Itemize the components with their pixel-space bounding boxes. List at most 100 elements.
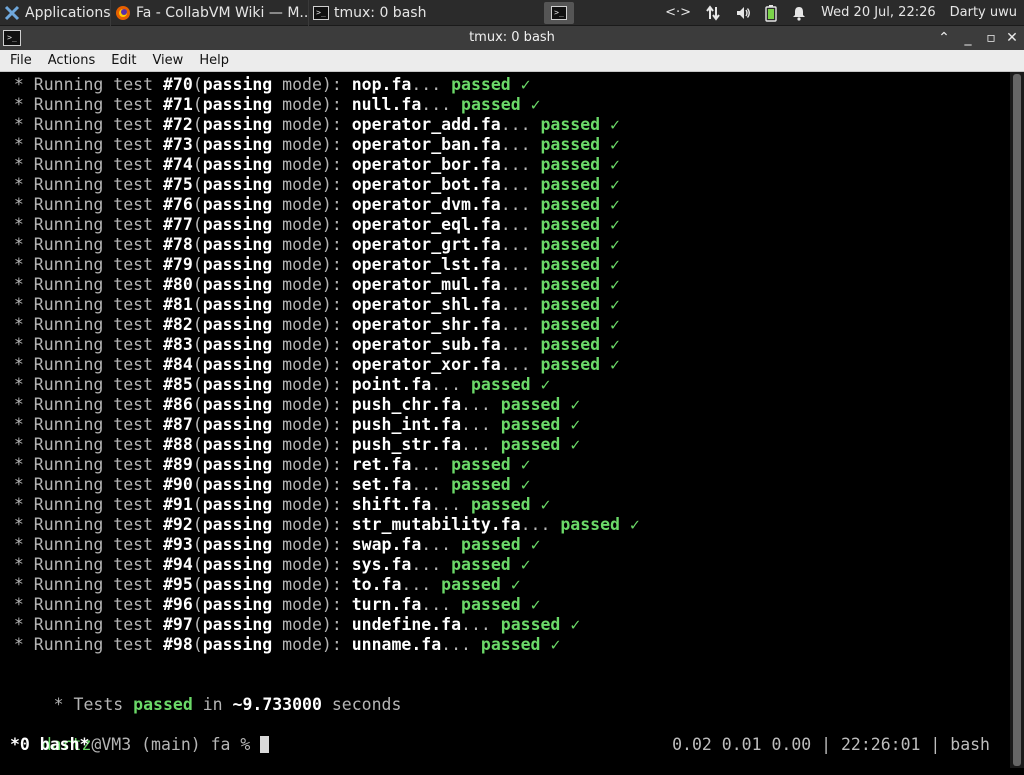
user-menu[interactable]: Darty uwu: [950, 5, 1017, 20]
mode-word: passing: [202, 315, 273, 334]
line-prefix: * Running test: [4, 615, 163, 634]
close-icon[interactable]: ✕: [1002, 28, 1022, 48]
maximize-icon[interactable]: ▫: [981, 28, 1001, 48]
mode-word: passing: [202, 575, 273, 594]
test-number: #96: [162, 595, 193, 614]
line-prefix: * Running test: [4, 535, 163, 554]
ellipsis: ...: [421, 95, 462, 114]
menu-edit[interactable]: Edit: [105, 53, 142, 68]
mode-open: (: [192, 75, 203, 94]
mode-open: (: [192, 595, 203, 614]
check-icon: ✓: [510, 575, 521, 594]
mode-open: (: [192, 275, 203, 294]
line-prefix: * Running test: [4, 575, 163, 594]
check-icon: ✓: [610, 295, 620, 314]
test-number: #75: [162, 175, 193, 194]
taskbar-item-firefox[interactable]: Fa - CollabVM Wiki — M...: [110, 0, 308, 26]
check-icon: ✓: [610, 315, 620, 334]
mode-word: passing: [202, 495, 273, 514]
mode-close: mode):: [272, 215, 352, 234]
scrollbar-thumb[interactable]: [1013, 74, 1021, 766]
test-result-line: * Running test #85(passing mode): point.…: [4, 375, 551, 395]
line-prefix: * Running test: [4, 215, 163, 234]
mode-close: mode):: [272, 555, 352, 574]
line-prefix: * Running test: [4, 475, 163, 494]
menu-view[interactable]: View: [146, 53, 189, 68]
mode-close: mode):: [272, 355, 352, 374]
terminal-output[interactable]: * Tests passed in ~9.733000 seconds dart…: [0, 72, 1010, 768]
tmux-window-list[interactable]: *0 bash*: [10, 734, 89, 756]
mode-open: (: [192, 455, 203, 474]
terminal-icon: >_: [551, 5, 567, 20]
terminal-launcher-button[interactable]: >_: [544, 1, 574, 24]
ellipsis: ...: [461, 395, 501, 414]
ellipsis: ...: [441, 635, 481, 654]
mode-open: (: [192, 335, 203, 354]
mode-close: mode):: [272, 195, 352, 214]
shell-prompt[interactable]: dartz@VM3 (main) fa %: [2, 715, 270, 754]
mode-word: passing: [202, 135, 273, 154]
terminal-scrollbar[interactable]: [1010, 72, 1024, 768]
clock[interactable]: Wed 20 Jul, 22:26: [821, 5, 936, 20]
passed-label: passed: [540, 235, 601, 254]
network-updown-icon[interactable]: [705, 4, 721, 21]
network-indicator-icon[interactable]: <·>: [665, 5, 691, 20]
line-prefix: * Running test: [4, 235, 163, 254]
minimize-icon[interactable]: _: [958, 28, 978, 48]
test-file: operator_mul.fa: [351, 275, 501, 294]
taskbar-item-terminal[interactable]: >_ tmux: 0 bash: [308, 0, 506, 26]
terminal-icon: >_: [313, 5, 329, 21]
passed-label: passed: [540, 295, 601, 314]
line-prefix: * Running test: [4, 195, 163, 214]
mode-word: passing: [202, 435, 273, 454]
mode-open: (: [192, 175, 203, 194]
line-prefix: * Running test: [4, 135, 163, 154]
test-result-line: * Running test #97(passing mode): undefi…: [4, 615, 580, 635]
mode-open: (: [192, 355, 203, 374]
passed-label: passed: [500, 415, 561, 434]
test-number: #82: [162, 315, 193, 334]
passed-label: passed: [461, 595, 521, 614]
mode-word: passing: [202, 195, 273, 214]
mode-close: mode):: [272, 415, 352, 434]
window-titlebar[interactable]: >_ tmux: 0 bash ⌃ _ ▫ ✕: [0, 26, 1024, 50]
volume-icon[interactable]: [735, 5, 751, 21]
firefox-icon: [115, 5, 131, 21]
check-icon: ✓: [540, 375, 551, 394]
ellipsis: ...: [411, 555, 452, 574]
menu-bar: File Actions Edit View Help: [0, 50, 1024, 72]
ellipsis: ...: [500, 235, 541, 254]
ellipsis: ...: [411, 475, 452, 494]
menu-file[interactable]: File: [4, 53, 38, 68]
test-file: push_int.fa: [351, 415, 462, 434]
battery-icon[interactable]: [765, 4, 777, 22]
ellipsis: ...: [500, 295, 541, 314]
line-prefix: * Running test: [4, 395, 163, 414]
notifications-bell-icon[interactable]: [791, 5, 807, 21]
check-icon: ✓: [530, 595, 541, 614]
shade-window-icon[interactable]: ⌃: [934, 28, 954, 48]
menu-actions[interactable]: Actions: [42, 53, 102, 68]
test-file: push_str.fa: [351, 435, 462, 454]
test-number: #92: [162, 515, 193, 534]
test-result-line: * Running test #94(passing mode): sys.fa…: [4, 555, 531, 575]
passed-label: passed: [540, 355, 601, 374]
test-file: undefine.fa: [351, 615, 462, 634]
xfce-logo-icon: [4, 5, 20, 21]
ellipsis: ...: [500, 275, 541, 294]
test-number: #84: [162, 355, 193, 374]
mode-close: mode):: [272, 95, 352, 114]
menu-help[interactable]: Help: [193, 53, 235, 68]
test-result-line: * Running test #73(passing mode): operat…: [4, 135, 620, 155]
ellipsis: ...: [500, 155, 541, 174]
passed-label: passed: [470, 375, 531, 394]
applications-menu-button[interactable]: Applications: [0, 0, 110, 26]
mode-open: (: [192, 575, 203, 594]
